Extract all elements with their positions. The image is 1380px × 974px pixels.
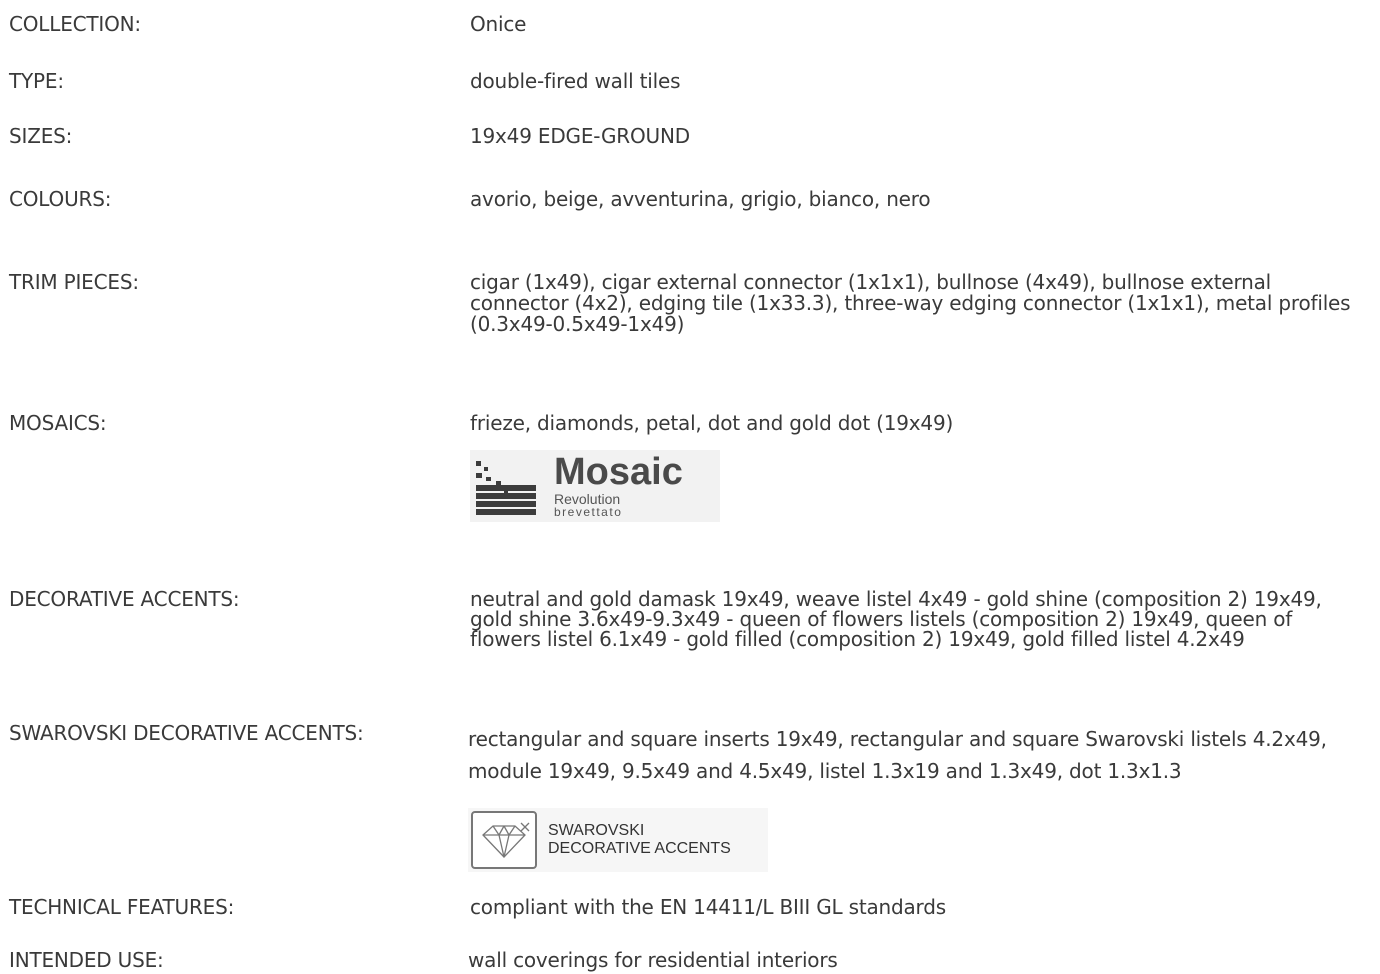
value-type: double-fired wall tiles [470,69,681,93]
value-intended-use: wall coverings for residential interiors [468,948,838,972]
swarovski-decorative-accents-logo: SWAROVSKI DECORATIVE ACCENTS [468,808,768,872]
label-technical-features: TECHNICAL FEATURES: [9,895,235,919]
value-technical-features: compliant with the EN 14411/L BIII GL st… [470,895,946,919]
value-collection: Onice [470,12,527,36]
diamond-icon [471,811,537,869]
label-swarovski-decorative-accents: SWAROVSKI DECORATIVE ACCENTS: [9,721,364,745]
value-colours: avorio, beige, avventurina, grigio, bian… [470,187,931,211]
label-intended-use: INTENDED USE: [9,948,164,972]
mosaic-revolution-logo: Mosaic Revolution brevettato [470,450,720,522]
mosaic-logo-line2: brevettato [554,505,623,519]
swarovski-logo-line2: DECORATIVE ACCENTS [548,840,731,857]
value-decorative-accents: neutral and gold damask 19x49, weave lis… [470,587,1322,651]
label-colours: COLOURS: [9,187,112,211]
mosaic-pixel-icon [476,461,536,515]
value-swarovski-decorative-accents: rectangular and square inserts 19x49, re… [468,727,1327,783]
value-trim-pieces: cigar (1x49), cigar external connector (… [470,270,1351,336]
label-decorative-accents: DECORATIVE ACCENTS: [9,587,240,611]
swarovski-logo-line1: SWAROVSKI [548,822,645,839]
label-sizes: SIZES: [9,124,73,148]
label-trim-pieces: TRIM PIECES: [9,270,139,294]
mosaic-logo-line1: Revolution [554,491,621,507]
label-type: TYPE: [9,69,64,93]
mosaic-logo-title: Mosaic [554,451,683,493]
label-collection: COLLECTION: [9,12,141,36]
value-sizes: 19x49 EDGE-GROUND [470,124,690,148]
value-mosaics: frieze, diamonds, petal, dot and gold do… [470,411,954,435]
label-mosaics: MOSAICS: [9,411,107,435]
